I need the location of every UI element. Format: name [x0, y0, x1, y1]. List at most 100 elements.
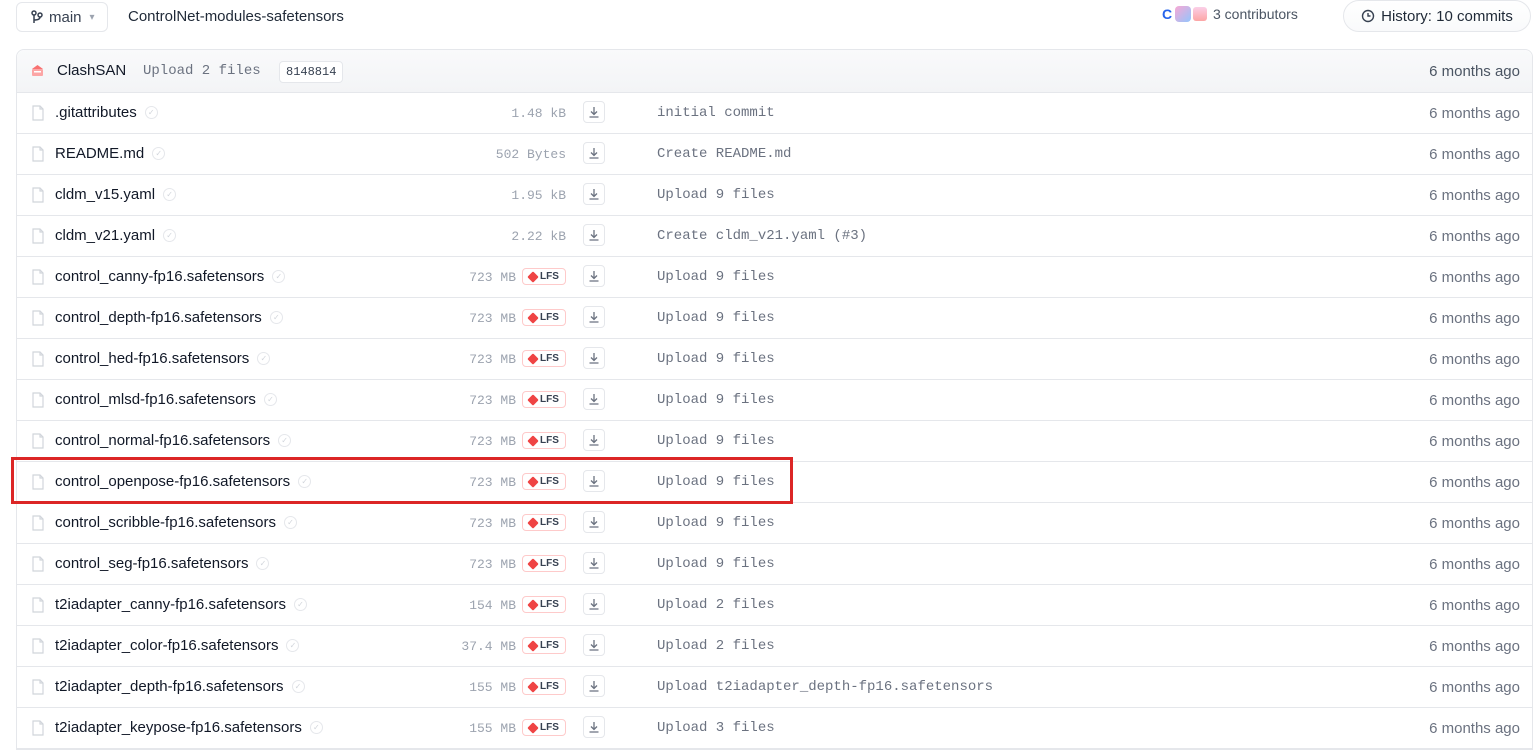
file-commit-time: 6 months ago — [1429, 310, 1520, 327]
file-row[interactable]: cldm_v21.yaml ✓ 2.22 kB Create cldm_v21.y… — [17, 216, 1532, 257]
file-commit-time: 6 months ago — [1429, 146, 1520, 163]
lfs-icon — [527, 352, 539, 365]
contributors-link[interactable]: C 3 contributors — [1162, 6, 1298, 22]
file-name[interactable]: control_canny-fp16.safetensors ✓ — [55, 268, 286, 285]
download-button[interactable] — [583, 511, 605, 533]
file-name-text: cldm_v21.yaml — [55, 227, 156, 244]
file-commit-message[interactable]: Upload 9 files — [657, 310, 775, 326]
file-commit-message[interactable]: Upload 9 files — [657, 474, 775, 490]
file-name-text: t2iadapter_depth-fp16.safetensors — [55, 678, 284, 695]
file-row[interactable]: control_openpose-fp16.safetensors ✓ 723 M… — [17, 462, 1532, 503]
commit-message[interactable]: Upload 2 files — [143, 63, 261, 79]
file-name-text: t2iadapter_canny-fp16.safetensors — [55, 596, 286, 613]
file-row[interactable]: cldm_v15.yaml ✓ 1.95 kB Upload 9 files 6 … — [17, 175, 1532, 216]
contributor-avatars: C — [1162, 6, 1207, 22]
file-commit-message[interactable]: Upload 9 files — [657, 433, 775, 449]
repo-header: main ▾ ControlNet-modules-safetensors C … — [0, 0, 1536, 36]
safe-check-icon: ✓ — [257, 351, 271, 365]
file-commit-message[interactable]: Upload 2 files — [657, 638, 775, 654]
safe-check-icon: ✓ — [163, 187, 177, 201]
file-commit-message[interactable]: Upload 9 files — [657, 187, 775, 203]
file-name[interactable]: control_depth-fp16.safetensors ✓ — [55, 309, 283, 326]
file-name[interactable]: t2iadapter_keypose-fp16.safetensors ✓ — [55, 719, 323, 736]
file-row[interactable]: control_depth-fp16.safetensors ✓ 723 MB L… — [17, 298, 1532, 339]
file-row[interactable]: control_mlsd-fp16.safetensors ✓ 723 MB LF… — [17, 380, 1532, 421]
clock-icon — [1361, 9, 1375, 23]
file-name[interactable]: control_mlsd-fp16.safetensors ✓ — [55, 391, 277, 408]
file-size: 37.4 MB — [461, 639, 516, 654]
file-name[interactable]: cldm_v15.yaml ✓ — [55, 186, 177, 203]
download-icon — [589, 640, 599, 651]
download-button[interactable] — [583, 716, 605, 738]
file-name[interactable]: t2iadapter_color-fp16.safetensors ✓ — [55, 637, 300, 654]
file-row[interactable]: README.md ✓ 502 Bytes Create README.md 6 … — [17, 134, 1532, 175]
file-commit-message[interactable]: Upload 2 files — [657, 597, 775, 613]
download-button[interactable] — [583, 265, 605, 287]
file-row[interactable]: control_normal-fp16.safetensors ✓ 723 MB … — [17, 421, 1532, 462]
file-row[interactable]: control_seg-fp16.safetensors ✓ 723 MB LFS… — [17, 544, 1532, 585]
file-name[interactable]: README.md ✓ — [55, 145, 166, 162]
file-commit-message[interactable]: Upload 9 files — [657, 556, 775, 572]
download-button[interactable] — [583, 552, 605, 574]
file-commit-time: 6 months ago — [1429, 351, 1520, 368]
download-button[interactable] — [583, 593, 605, 615]
file-commit-message[interactable]: Upload 9 files — [657, 515, 775, 531]
lfs-icon — [527, 639, 539, 652]
file-icon — [32, 556, 44, 572]
file-size: 2.22 kB — [511, 229, 566, 244]
download-button[interactable] — [583, 101, 605, 123]
download-button[interactable] — [583, 306, 605, 328]
history-button[interactable]: History: 10 commits — [1343, 0, 1531, 32]
avatar — [1175, 6, 1191, 22]
file-commit-message[interactable]: Create README.md — [657, 146, 791, 162]
download-button[interactable] — [583, 470, 605, 492]
download-button[interactable] — [583, 142, 605, 164]
file-commit-message[interactable]: Create cldm_v21.yaml (#3) — [657, 228, 867, 244]
file-commit-message[interactable]: Upload 3 files — [657, 720, 775, 736]
branch-selector[interactable]: main ▾ — [16, 2, 108, 32]
file-name[interactable]: .gitattributes ✓ — [55, 104, 158, 121]
file-name[interactable]: t2iadapter_canny-fp16.safetensors ✓ — [55, 596, 307, 613]
download-button[interactable] — [583, 224, 605, 246]
file-name[interactable]: t2iadapter_depth-fp16.safetensors ✓ — [55, 678, 305, 695]
file-row[interactable]: control_canny-fp16.safetensors ✓ 723 MB L… — [17, 257, 1532, 298]
safe-check-icon: ✓ — [272, 269, 286, 283]
file-row[interactable]: t2iadapter_canny-fp16.safetensors ✓ 154 M… — [17, 585, 1532, 626]
file-row[interactable]: t2iadapter_keypose-fp16.safetensors ✓ 155… — [17, 708, 1532, 749]
avatar — [1193, 7, 1207, 21]
file-name[interactable]: control_seg-fp16.safetensors ✓ — [55, 555, 270, 572]
file-commit-time: 6 months ago — [1429, 515, 1520, 532]
file-size: 723 MB — [469, 516, 516, 531]
file-row[interactable]: control_scribble-fp16.safetensors ✓ 723 M… — [17, 503, 1532, 544]
commit-hash[interactable]: 8148814 — [279, 61, 344, 83]
download-button[interactable] — [583, 675, 605, 697]
file-name[interactable]: control_hed-fp16.safetensors ✓ — [55, 350, 271, 367]
file-commit-message[interactable]: Upload 9 files — [657, 351, 775, 367]
download-button[interactable] — [583, 183, 605, 205]
file-name[interactable]: control_scribble-fp16.safetensors ✓ — [55, 514, 297, 531]
download-button[interactable] — [583, 634, 605, 656]
lfs-badge: LFS — [522, 637, 566, 654]
lfs-badge: LFS — [522, 555, 566, 572]
lfs-badge: LFS — [522, 514, 566, 531]
file-row[interactable]: t2iadapter_depth-fp16.safetensors ✓ 155 M… — [17, 667, 1532, 708]
branch-name: main — [49, 8, 82, 26]
download-button[interactable] — [583, 388, 605, 410]
download-button[interactable] — [583, 347, 605, 369]
file-name[interactable]: control_openpose-fp16.safetensors ✓ — [55, 473, 312, 490]
lfs-icon — [527, 475, 539, 488]
file-row[interactable]: control_hed-fp16.safetensors ✓ 723 MB LFS… — [17, 339, 1532, 380]
file-name[interactable]: control_normal-fp16.safetensors ✓ — [55, 432, 292, 449]
file-row[interactable]: t2iadapter_color-fp16.safetensors ✓ 37.4 … — [17, 626, 1532, 667]
file-row[interactable]: .gitattributes ✓ 1.48 kB initial commit 6… — [17, 93, 1532, 134]
last-commit-bar: ClashSAN Upload 2 files 8148814 6 months… — [17, 50, 1532, 93]
download-icon — [589, 476, 599, 487]
file-commit-message[interactable]: Upload t2iadapter_depth-fp16.safetensors — [657, 679, 993, 695]
file-commit-message[interactable]: Upload 9 files — [657, 392, 775, 408]
download-button[interactable] — [583, 429, 605, 451]
repo-path[interactable]: ControlNet-modules-safetensors — [128, 8, 344, 25]
file-commit-message[interactable]: initial commit — [657, 105, 775, 121]
file-commit-message[interactable]: Upload 9 files — [657, 269, 775, 285]
file-name[interactable]: cldm_v21.yaml ✓ — [55, 227, 177, 244]
commit-author[interactable]: ClashSAN — [57, 62, 126, 79]
